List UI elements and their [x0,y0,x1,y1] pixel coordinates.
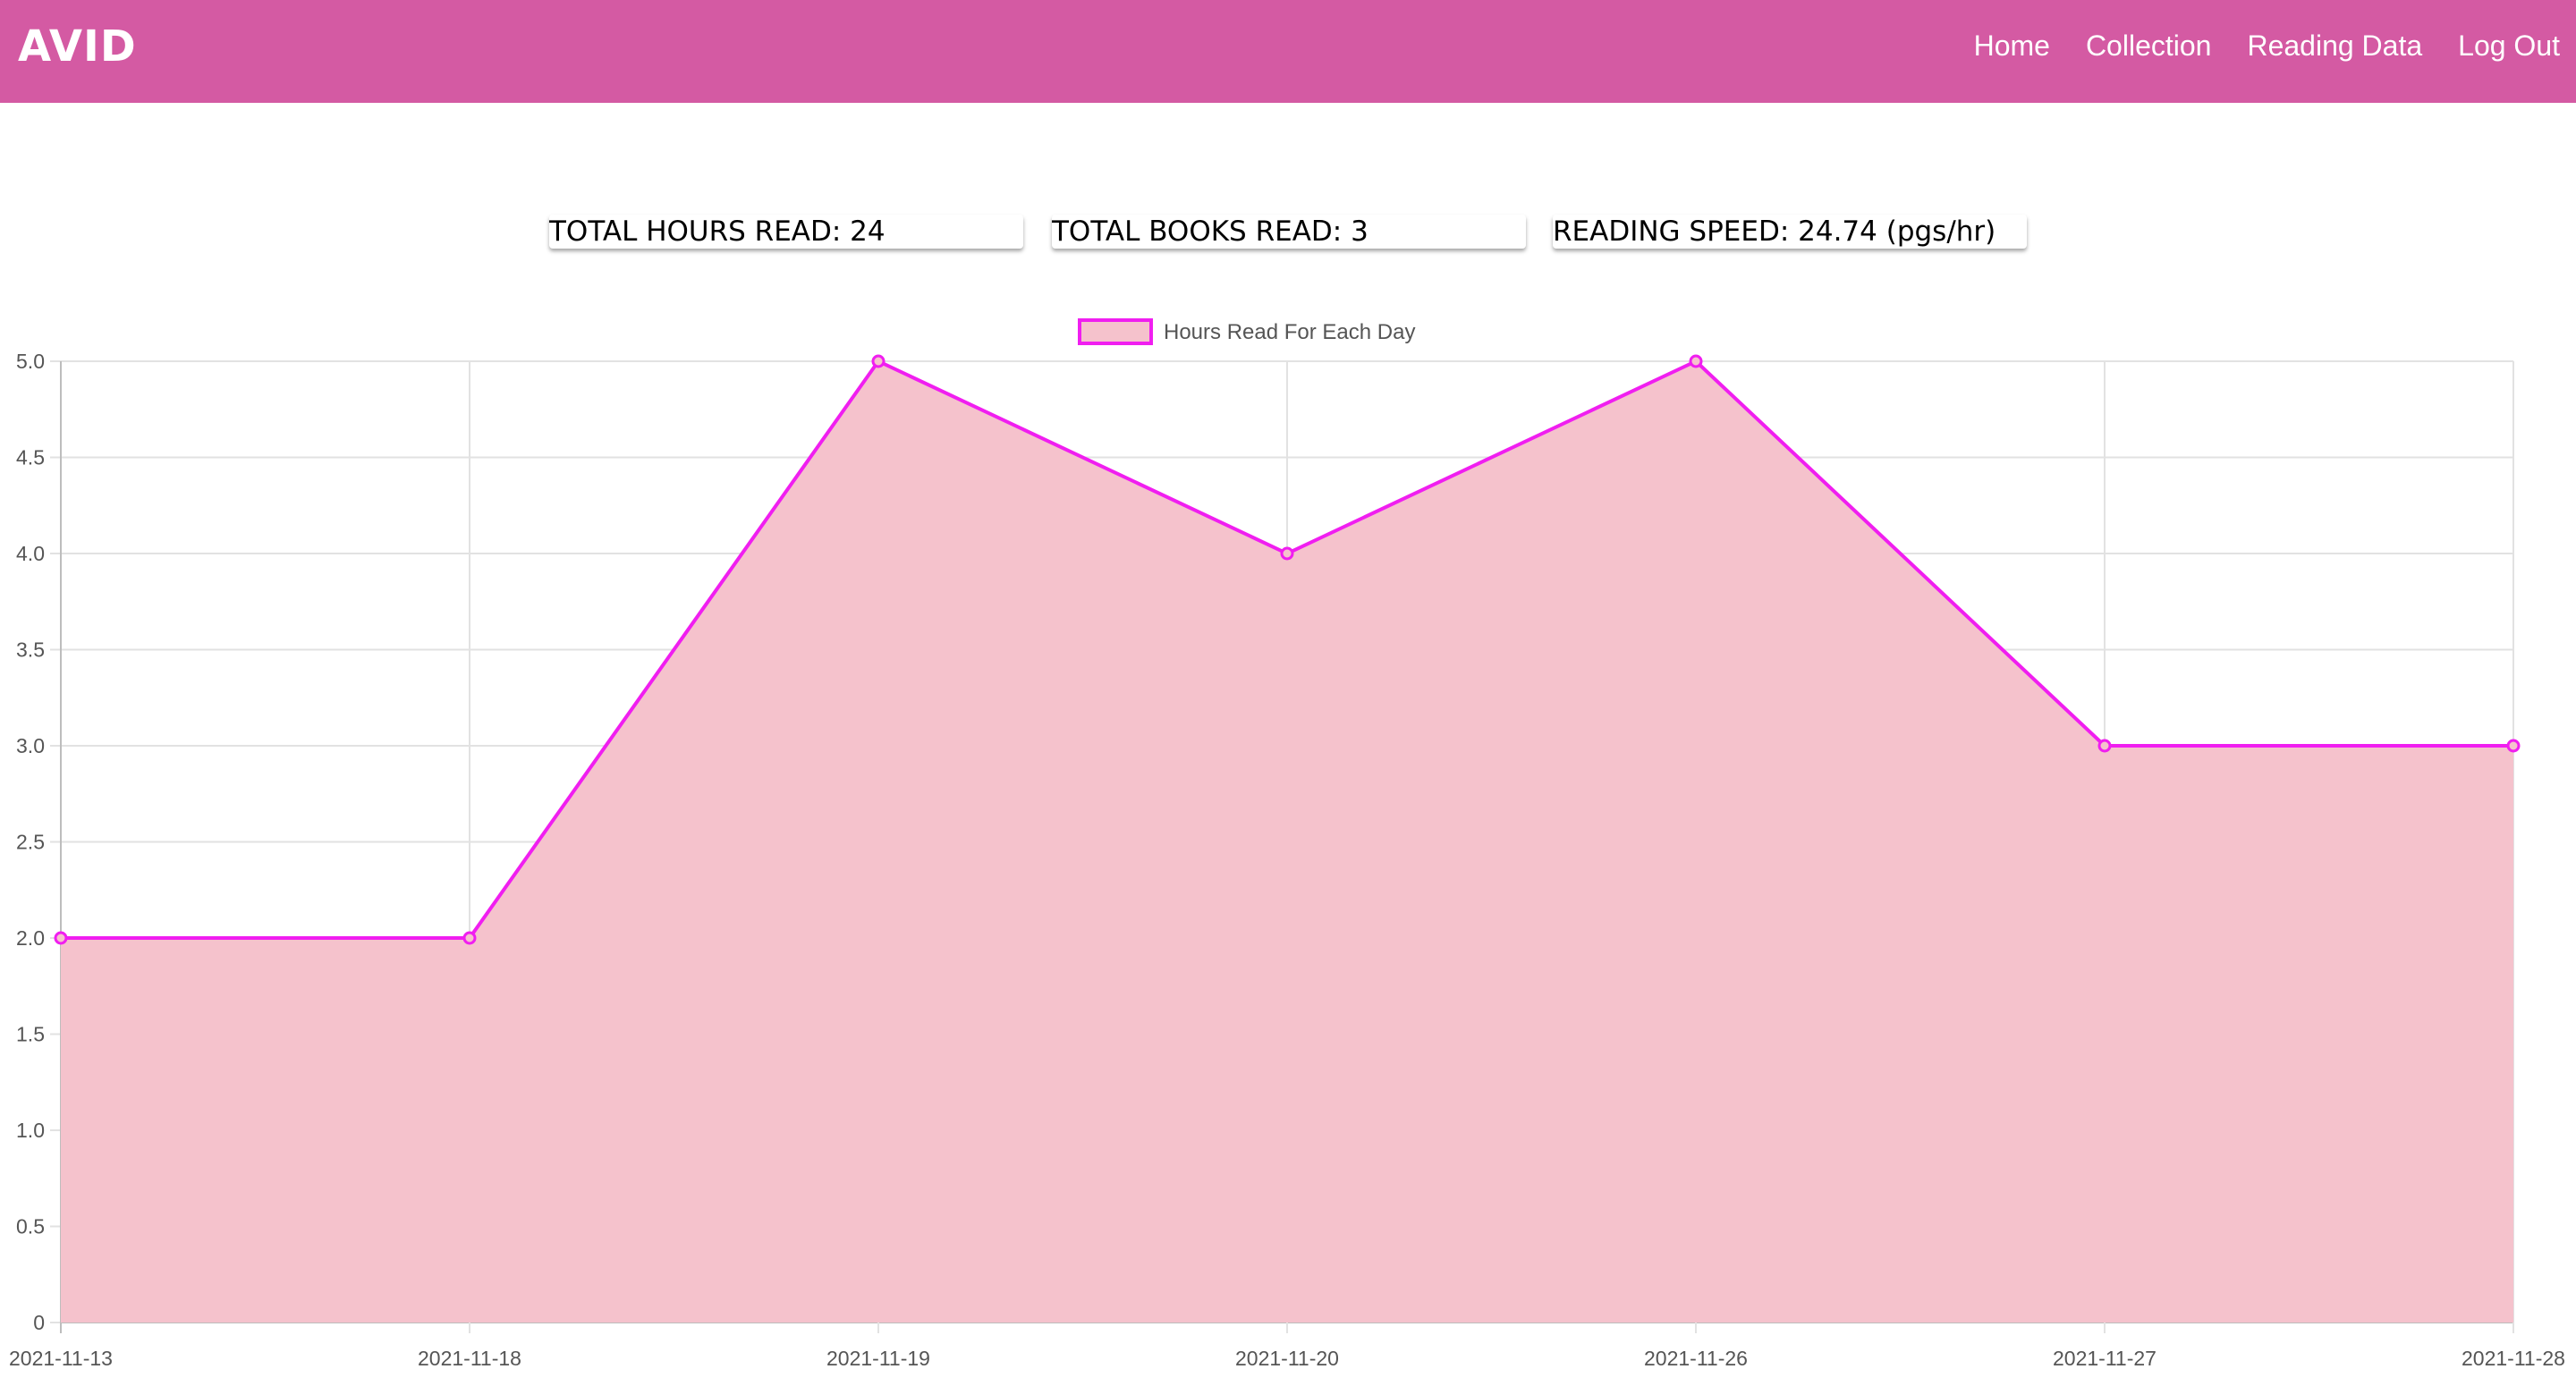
y-tick-label: 1.0 [16,1119,45,1142]
y-tick-label: 1.5 [16,1023,45,1046]
data-point[interactable] [2506,739,2521,753]
nav-logout-link[interactable]: Log Out [2458,27,2560,64]
x-tick-label: 2021-11-13 [9,1347,113,1370]
y-tick-label: 4.5 [16,446,45,469]
y-tick-label: 0.5 [16,1215,45,1238]
x-axis-ticks: 2021-11-13 2021-11-18 2021-11-19 2021-11-20… [9,1347,2565,1370]
y-tick-label: 4.0 [16,542,45,565]
brand-logo[interactable]: AVID [18,21,137,72]
total-books-stat: TOTAL BOOKS READ: 3 [1052,215,1526,249]
y-tick-label: 3.5 [16,638,45,662]
data-point[interactable] [462,931,477,945]
x-tick-label: 2021-11-18 [418,1347,521,1370]
chart-legend[interactable]: Hours Read For Each Day [1078,318,1415,345]
nav-links: Home Collection Reading Data Log Out [1974,27,2560,64]
nav-home-link[interactable]: Home [1974,27,2050,64]
legend-label: Hours Read For Each Day [1164,320,1415,344]
data-point[interactable] [54,931,68,945]
x-tick-label: 2021-11-26 [1644,1347,1748,1370]
y-tick-label: 5.0 [16,350,45,373]
data-point[interactable] [871,354,886,368]
data-point[interactable] [2097,739,2112,753]
x-tick-label: 2021-11-19 [826,1347,930,1370]
x-tick-label: 2021-11-20 [1235,1347,1339,1370]
nav-collection-link[interactable]: Collection [2086,27,2212,64]
nav-reading-data-link[interactable]: Reading Data [2247,27,2422,64]
y-tick-label: 3.0 [16,734,45,757]
data-point[interactable] [1689,354,1703,368]
x-tick-label: 2021-11-27 [2053,1347,2157,1370]
y-tick-label: 0 [33,1311,45,1334]
reading-speed-stat: READING SPEED: 24.74 (pgs/hr) [1553,215,2027,249]
y-axis-ticks: 0 0.5 1.0 1.5 2.0 2.5 3.0 3.5 4.0 4.5 5.0 [16,350,45,1334]
x-tick-label: 2021-11-28 [2462,1347,2565,1370]
total-hours-stat: TOTAL HOURS READ: 24 [549,215,1023,249]
data-point[interactable] [1280,546,1294,561]
navbar: AVID Home Collection Reading Data Log Ou… [0,0,2576,103]
y-tick-label: 2.5 [16,831,45,854]
legend-swatch [1078,318,1153,345]
y-tick-label: 2.0 [16,926,45,950]
hours-read-chart: Hours Read For Each Day 0 0.5 1.0 1.5 2.0 2.5… [9,318,2565,1370]
